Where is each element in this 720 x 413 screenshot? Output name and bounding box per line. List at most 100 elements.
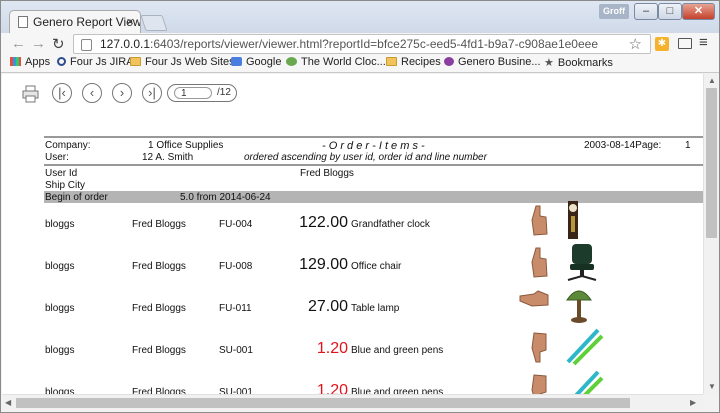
print-icon[interactable]: [22, 85, 39, 103]
page-number: 1: [685, 140, 691, 151]
star-icon: ★: [544, 57, 554, 69]
page-number-input[interactable]: 1: [174, 87, 212, 99]
vertical-scrollbar[interactable]: ▲ ▼: [703, 74, 719, 394]
row-userid: bloggs: [45, 261, 75, 272]
user-id-label: User Id: [45, 168, 78, 179]
tab-close-icon[interactable]: ×: [126, 14, 134, 29]
scroll-up-icon[interactable]: ▲: [708, 76, 716, 85]
thumbs-sideways-icon: [518, 288, 549, 322]
row-userid: bloggs: [45, 345, 75, 356]
folder-icon: [386, 57, 397, 66]
page-total: /12: [217, 87, 231, 98]
row-description: Grandfather clock: [351, 219, 430, 230]
tab-title: Genero Report Viewer: [33, 15, 141, 29]
company-label: Company:: [45, 140, 91, 151]
row-amount: 27.00: [307, 298, 348, 315]
apps-grid-icon: [10, 57, 21, 66]
user-id-value: Fred Bloggs: [300, 168, 354, 179]
row-description: Table lamp: [351, 303, 400, 314]
vertical-scroll-thumb[interactable]: [706, 88, 717, 238]
row-name: Fred Bloggs: [132, 261, 186, 272]
report-title: - O r d e r - I t e m s -: [322, 140, 425, 152]
url-host: 127.0.0.1: [100, 37, 151, 51]
report-subtitle: ordered ascending by user id, order id a…: [244, 152, 487, 163]
browser-toolbar: ← → ↻ 127.0.0.1:6403/reports/viewer/view…: [1, 33, 719, 55]
reload-icon[interactable]: ↻: [52, 35, 65, 53]
tab-report-viewer[interactable]: Genero Report Viewer ×: [9, 10, 141, 33]
page-selector: 1 /12: [167, 84, 237, 102]
grandfather-clock-icon: [564, 200, 604, 239]
next-page-icon[interactable]: ›: [112, 83, 132, 103]
row-code: SU-001: [219, 345, 253, 356]
scroll-right-icon[interactable]: ▶: [690, 398, 696, 407]
new-tab-button[interactable]: [140, 15, 168, 31]
user-badge[interactable]: Groff: [599, 4, 629, 19]
cast-icon[interactable]: [678, 38, 692, 49]
bookmark-four-js-web-sites[interactable]: Four Js Web Sites: [130, 56, 235, 68]
pens-icon: [564, 326, 604, 366]
url-path: :6403/reports/viewer/viewer.html?reportI…: [150, 37, 599, 51]
previous-page-icon[interactable]: ‹: [82, 83, 102, 103]
folder-icon: [130, 57, 141, 66]
row-name: Fred Bloggs: [132, 345, 186, 356]
google-icon: [231, 57, 242, 66]
begin-order-label: Begin of order: [45, 192, 108, 203]
row-code: FU-011: [219, 303, 252, 314]
scroll-down-icon[interactable]: ▼: [708, 382, 716, 391]
order-band: [44, 191, 703, 203]
row-name: Fred Bloggs: [132, 219, 186, 230]
row-userid: bloggs: [45, 219, 75, 230]
report-viewer-page: |‹ ‹ › ›| 1 /12 Company: 1 Office Suppli…: [2, 74, 703, 394]
close-window-button[interactable]: ✕: [682, 3, 715, 20]
horizontal-scrollbar[interactable]: ◀ ▶: [2, 394, 703, 410]
bookmark-apps[interactable]: Apps: [10, 56, 50, 68]
clock-icon: [286, 57, 297, 66]
jira-icon: [57, 57, 66, 66]
first-page-icon[interactable]: |‹: [52, 83, 72, 103]
row-code: FU-008: [219, 261, 253, 272]
row-code: SU-001: [219, 387, 253, 394]
bookmark-recipes[interactable]: Recipes: [386, 56, 441, 68]
row-amount: 129.00: [299, 256, 348, 273]
thumbs-up-icon: [528, 204, 550, 238]
row-amount: 122.00: [299, 214, 348, 231]
user-value: 12 A. Smith: [142, 152, 194, 163]
company-value: 1 Office Supplies: [148, 140, 224, 151]
last-page-icon[interactable]: ›|: [142, 83, 162, 103]
back-arrow-icon[interactable]: ←: [11, 35, 26, 52]
row-code: FU-004: [219, 219, 253, 230]
maximize-button[interactable]: □: [658, 3, 682, 20]
row-amount: 1.20: [316, 340, 348, 357]
ship-city-label: Ship City: [45, 180, 86, 191]
horizontal-scroll-thumb[interactable]: [16, 398, 630, 408]
bookmark-genero[interactable]: Genero Busine...: [444, 56, 541, 68]
date-page: 2003-08-14Page:: [584, 140, 662, 151]
header-rule: [44, 136, 703, 138]
row-userid: bloggs: [45, 303, 75, 314]
bookmark-google[interactable]: Google: [231, 56, 281, 68]
forward-arrow-icon[interactable]: →: [31, 35, 46, 52]
document-icon: [18, 16, 28, 28]
page-info-icon: [81, 39, 92, 51]
minimize-button[interactable]: –: [634, 3, 658, 20]
row-name: Fred Bloggs: [132, 303, 186, 314]
row-description: Office chair: [351, 261, 402, 272]
bookmark-world-clock[interactable]: The World Cloc...: [286, 56, 386, 68]
row-name: Fred Bloggs: [132, 387, 186, 394]
extension-icon[interactable]: ✱: [655, 37, 669, 51]
row-userid: bloggs: [45, 387, 75, 394]
row-description: Blue and green pens: [351, 345, 444, 356]
thumbs-down-icon: [528, 330, 550, 364]
menu-icon[interactable]: ≡: [699, 34, 708, 51]
bookmark-bookmarks[interactable]: ★ Bookmarks: [544, 56, 613, 69]
bookmark-jira[interactable]: Four Js JIRA: [57, 56, 134, 68]
browser-window: Genero Report Viewer × Groff – □ ✕ ← → ↻…: [0, 0, 720, 413]
table-lamp-icon: [564, 284, 604, 323]
bookmark-star-icon[interactable]: ☆: [629, 35, 642, 53]
address-bar[interactable]: 127.0.0.1:6403/reports/viewer/viewer.htm…: [73, 34, 651, 54]
row-amount: 1.20: [316, 382, 348, 394]
pens-icon: [564, 368, 604, 394]
begin-order-value: 5.0 from 2014-06-24: [180, 192, 271, 203]
scroll-left-icon[interactable]: ◀: [5, 398, 11, 407]
row-description: Blue and green pens: [351, 387, 444, 394]
